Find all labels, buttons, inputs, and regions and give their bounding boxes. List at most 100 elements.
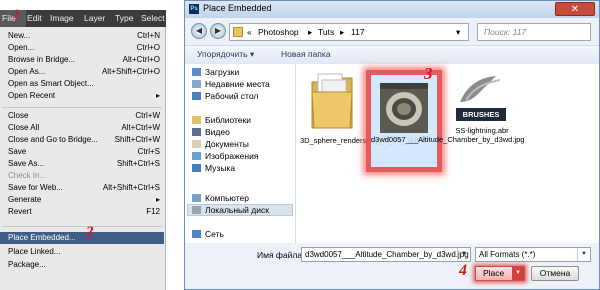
file-name-label: d3wd0057___Altitude_Chamber_by_d3wd.jpg <box>371 135 525 144</box>
menu-item-save-as[interactable]: Save As... Shift+Ctrl+S <box>0 158 164 170</box>
cancel-button[interactable]: Отмена <box>531 266 579 281</box>
menu-item-shortcut: Alt+Shift+Ctrl+O <box>101 67 160 76</box>
menu-item-label: Open Recent <box>8 91 56 100</box>
image-thumbnail <box>380 83 428 133</box>
search-input[interactable]: Поиск: 117 <box>477 23 591 41</box>
menu-item-open-as-smart-object[interactable]: Open as Smart Object... <box>0 78 164 90</box>
nav-item-documents[interactable]: Документы <box>192 138 249 150</box>
nav-item-recent-places[interactable]: Недавние места <box>192 78 270 90</box>
menu-item-revert[interactable]: Revert F12 <box>0 206 164 218</box>
menu-select[interactable]: Select <box>141 10 165 27</box>
nav-item-desktop[interactable]: Рабочий стол <box>192 90 258 102</box>
file-list-pane: 3D_sphere_renders_by_in_the_skies d3wd00… <box>296 64 599 243</box>
menu-item-new[interactable]: New... Ctrl+N <box>0 30 164 42</box>
menu-item-browse-in-bridge[interactable]: Browse in Bridge... Alt+Ctrl+O <box>0 54 164 66</box>
back-arrow-icon[interactable]: ◀ <box>191 23 207 39</box>
photoshop-file-menu-area: File Edit Image Layer Type Select 1 New.… <box>0 0 166 290</box>
file-item-3d-sphere-folder[interactable]: 3D_sphere_renders_by_in_the_skies <box>300 70 424 180</box>
address-bar[interactable]: « Photoshop ▸ Tuts ▸ 117 ▾ <box>229 23 469 41</box>
new-folder-button[interactable]: Новая папка <box>281 49 331 59</box>
paint-brush-icon <box>460 76 501 102</box>
menu-item-place-embedded[interactable]: Place Embedded... <box>0 232 164 244</box>
file-menu-dropdown: New... Ctrl+N Open... Ctrl+O Browse in Bri… <box>0 27 166 290</box>
menu-edit[interactable]: Edit <box>27 10 42 27</box>
dialog-title-bar: Ps Place Embedded ✕ <box>185 1 599 18</box>
menu-item-label: Close All <box>8 123 40 132</box>
step-marker-4: 4 <box>459 262 467 279</box>
dialog-toolbar: Упорядочить ▾ Новая папка <box>185 45 599 65</box>
nav-item-label: Компьютер <box>205 193 249 203</box>
chevron-down-icon[interactable]: ▼ <box>457 248 470 261</box>
nav-item-network[interactable]: Сеть <box>192 228 224 240</box>
organize-button[interactable]: Упорядочить ▾ <box>197 49 254 60</box>
menu-item-open-recent[interactable]: Open Recent ▸ <box>0 90 164 102</box>
close-button[interactable]: ✕ <box>555 2 595 16</box>
step-marker-1: 1 <box>13 6 20 21</box>
nav-item-libraries[interactable]: Библиотеки <box>192 114 252 126</box>
file-item-altitude-chamber-jpg[interactable]: d3wd0057___Altitude_Chamber_by_d3wd.jpg <box>366 70 525 172</box>
nav-item-label: Документы <box>205 139 249 149</box>
address-dropdown-icon[interactable]: ▾ <box>456 27 460 38</box>
network-icon <box>192 230 201 238</box>
breadcrumb-separator: ▸ <box>340 27 345 37</box>
menu-item-shortcut: Ctrl+W <box>135 111 160 120</box>
nav-item-computer[interactable]: Компьютер <box>192 192 249 204</box>
nav-item-music[interactable]: Музыка <box>192 162 235 174</box>
menu-item-label: Save <box>8 147 27 156</box>
nav-item-label: Библиотеки <box>205 115 252 125</box>
nav-item-label: Загрузки <box>205 67 240 77</box>
nav-item-label: Изображения <box>205 151 259 161</box>
nav-item-downloads[interactable]: Загрузки <box>192 66 240 78</box>
menu-layer[interactable]: Layer <box>84 10 105 27</box>
menu-item-shortcut: Alt+Ctrl+W <box>121 123 160 132</box>
menu-item-close-and-go-to-bridge[interactable]: Close and Go to Bridge... Shift+Ctrl+W <box>0 134 164 146</box>
menu-item-place-linked[interactable]: Place Linked... <box>0 246 164 258</box>
menu-item-close-all[interactable]: Close All Alt+Ctrl+W <box>0 122 164 134</box>
menu-image[interactable]: Image <box>50 10 74 27</box>
menu-item-label: Generate <box>8 195 42 204</box>
navigation-row: ◀ ▶ « Photoshop ▸ Tuts ▸ 117 ▾ Поиск: 11… <box>185 21 599 43</box>
brushes-thumbnail: BRUSHES <box>456 72 506 122</box>
filename-label: Имя файла: <box>257 250 305 260</box>
step-marker-3: 3 <box>424 64 433 83</box>
breadcrumb-117[interactable]: 117 <box>351 27 365 37</box>
file-format-select[interactable]: All Formats (*.*) ▼ <box>475 247 591 262</box>
place-button[interactable]: Place ▼ <box>475 266 525 281</box>
menu-item-shortcut: Shift+Ctrl+W <box>114 135 160 144</box>
menu-item-label: Open As... <box>8 67 46 76</box>
nav-item-pictures[interactable]: Изображения <box>192 150 259 162</box>
filename-input[interactable]: d3wd0057___Altitude_Chamber_by_d3wd.jpg … <box>301 247 471 262</box>
menu-item-generate[interactable]: Generate ▸ <box>0 194 164 206</box>
menu-item-save[interactable]: Save Ctrl+S <box>0 146 164 158</box>
documents-icon <box>192 140 201 148</box>
nav-item-label: Локальный диск <box>205 205 269 215</box>
menu-item-label: Open... <box>8 43 35 52</box>
menu-item-save-for-web[interactable]: Save for Web... Alt+Shift+Ctrl+S <box>0 182 164 194</box>
chevron-down-icon[interactable]: ▼ <box>512 267 524 280</box>
nav-item-local-disk[interactable]: Локальный диск <box>192 204 269 216</box>
breadcrumb-photoshop[interactable]: Photoshop <box>258 27 299 37</box>
libraries-icon <box>192 116 201 124</box>
nav-item-label: Недавние места <box>205 79 270 89</box>
menu-item-shortcut: Ctrl+S <box>137 147 160 156</box>
pictures-icon <box>192 152 201 160</box>
breadcrumb-overflow[interactable]: « <box>247 27 252 37</box>
file-item-lightning-abr[interactable]: BRUSHES SS-lightning.abr <box>448 70 516 140</box>
nav-item-video[interactable]: Видео <box>192 126 230 138</box>
menu-item-shortcut: Alt+Shift+Ctrl+S <box>102 183 160 192</box>
menu-item-shortcut: F12 <box>146 207 160 216</box>
computer-icon <box>192 194 201 202</box>
menu-item-shortcut: Ctrl+N <box>137 31 160 40</box>
place-embedded-dialog: Ps Place Embedded ✕ ◀ ▶ « Photoshop ▸ Tu… <box>184 0 600 290</box>
menu-item-label: Check In... <box>8 171 47 180</box>
menu-item-package[interactable]: Package... <box>0 259 164 271</box>
forward-arrow-icon[interactable]: ▶ <box>210 23 226 39</box>
menu-item-open-as[interactable]: Open As... Alt+Shift+Ctrl+O <box>0 66 164 78</box>
menu-item-close[interactable]: Close Ctrl+W <box>0 110 164 122</box>
menu-item-shortcut: Shift+Ctrl+S <box>116 159 160 168</box>
menu-type[interactable]: Type <box>115 10 133 27</box>
menu-item-label: New... <box>8 31 31 40</box>
nav-item-label: Видео <box>205 127 230 137</box>
breadcrumb-tuts[interactable]: Tuts <box>318 27 334 37</box>
menu-item-open[interactable]: Open... Ctrl+O <box>0 42 164 54</box>
